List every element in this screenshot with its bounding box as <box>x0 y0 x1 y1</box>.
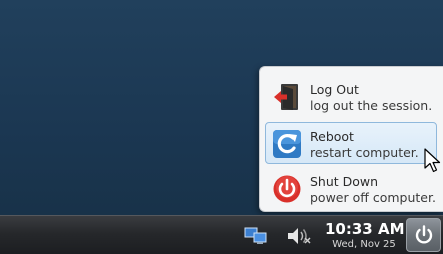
clock-time[interactable]: 10:33 AM <box>325 220 405 238</box>
mouse-pointer-icon <box>424 148 442 174</box>
logout-title: Log Out <box>310 82 359 97</box>
power-button[interactable] <box>406 218 441 252</box>
logout-menu-item[interactable]: Log Out log out the session. <box>265 75 437 117</box>
session-menu: Log Out log out the session. Reboot rest… <box>259 66 443 212</box>
logout-subtitle: log out the session. <box>310 98 433 113</box>
power-icon <box>415 225 433 244</box>
reboot-title: Reboot <box>310 129 354 144</box>
network-icon[interactable] <box>244 226 268 246</box>
volume-icon[interactable] <box>286 226 312 246</box>
clock-date[interactable]: Wed, Nov 25 <box>325 239 403 250</box>
reboot-icon <box>272 129 302 159</box>
shutdown-title: Shut Down <box>310 174 379 189</box>
taskbar: 10:33 AM Wed, Nov 25 <box>0 215 443 254</box>
reboot-menu-item[interactable]: Reboot restart computer. <box>265 122 437 164</box>
shutdown-icon <box>272 174 302 204</box>
shutdown-menu-item[interactable]: Shut Down power off computer. <box>265 167 437 209</box>
reboot-subtitle: restart computer. <box>310 145 419 160</box>
logout-icon <box>272 82 302 112</box>
shutdown-subtitle: power off computer. <box>310 190 436 205</box>
